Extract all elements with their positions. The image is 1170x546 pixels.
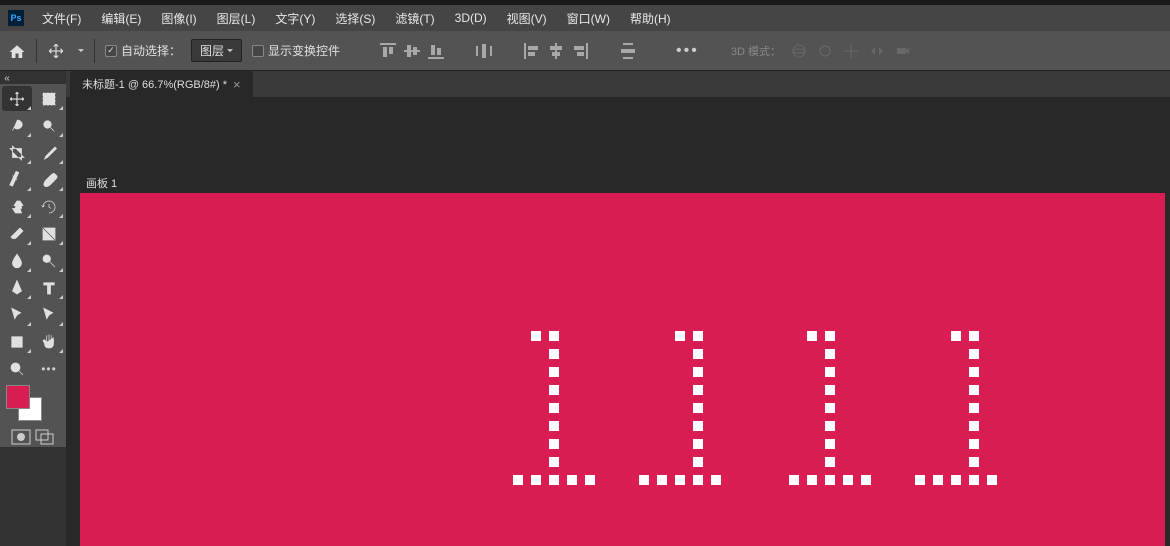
- marquee-tool[interactable]: [34, 86, 64, 111]
- canvas[interactable]: 画板 1: [66, 97, 1170, 546]
- 3d-orbit-icon[interactable]: [791, 43, 807, 59]
- dot-text-11: [789, 331, 998, 486]
- brush-tool[interactable]: [34, 167, 64, 192]
- healing-brush-tool[interactable]: [2, 167, 32, 192]
- align-right-icon[interactable]: [572, 43, 588, 59]
- edit-toolbar-icon[interactable]: •••: [34, 356, 64, 381]
- auto-select-checkbox[interactable]: 自动选择：: [105, 42, 181, 59]
- clone-stamp-tool[interactable]: [2, 194, 32, 219]
- menu-view[interactable]: 视图(V): [499, 6, 555, 31]
- 3d-slide-icon[interactable]: [869, 43, 885, 59]
- menu-3d[interactable]: 3D(D): [447, 7, 495, 29]
- shape-tool[interactable]: [2, 329, 32, 354]
- app-logo-icon: Ps: [8, 10, 24, 26]
- home-icon[interactable]: [8, 43, 26, 59]
- align-row-group: [524, 43, 588, 59]
- menu-filter[interactable]: 滤镜(T): [387, 6, 442, 31]
- layer-dropdown[interactable]: 图层: [191, 39, 242, 62]
- align-group: [380, 43, 444, 59]
- screen-mode-icon[interactable]: [35, 429, 55, 445]
- align-bottom-icon[interactable]: [428, 43, 444, 59]
- document-tab-title: 未标题-1 @ 66.7%(RGB/8#) *: [82, 76, 227, 92]
- dodge-tool[interactable]: [34, 248, 64, 273]
- main-menu-bar: Ps 文件(F) 编辑(E) 图像(I) 图层(L) 文字(Y) 选择(S) 滤…: [0, 5, 1170, 31]
- move-tool-icon[interactable]: [47, 42, 65, 60]
- menu-file[interactable]: 文件(F): [34, 6, 89, 31]
- menu-window[interactable]: 窗口(W): [559, 6, 618, 31]
- align-left-icon[interactable]: [524, 43, 540, 59]
- divider: [94, 39, 95, 63]
- menu-type[interactable]: 文字(Y): [267, 6, 323, 31]
- type-tool[interactable]: [34, 275, 64, 300]
- align-top-icon[interactable]: [380, 43, 396, 59]
- foreground-color[interactable]: [6, 385, 30, 409]
- gradient-tool[interactable]: [34, 221, 64, 246]
- direct-select-tool[interactable]: [34, 302, 64, 327]
- divider: [36, 39, 37, 63]
- auto-select-label: 自动选择：: [121, 42, 181, 59]
- artboard-label[interactable]: 画板 1: [86, 175, 117, 191]
- path-select-tool[interactable]: [2, 302, 32, 327]
- hand-tool[interactable]: [34, 329, 64, 354]
- eraser-tool[interactable]: [2, 221, 32, 246]
- options-bar: 自动选择： 图层 显示变换控件 ••• 3D 模式：: [0, 31, 1170, 71]
- 3d-camera-icon[interactable]: [895, 43, 911, 59]
- panel-collapse-icon[interactable]: «: [0, 71, 14, 84]
- 3d-pan-icon[interactable]: [843, 43, 859, 59]
- align-vcenter-icon[interactable]: [404, 43, 420, 59]
- history-brush-tool[interactable]: [34, 194, 64, 219]
- menu-help[interactable]: 帮助(H): [622, 6, 679, 31]
- show-transform-checkbox[interactable]: 显示变换控件: [252, 42, 340, 59]
- canvas-area: 未标题-1 @ 66.7%(RGB/8#) * × 画板 1: [66, 71, 1170, 546]
- show-transform-label: 显示变换控件: [268, 42, 340, 59]
- document-tab[interactable]: 未标题-1 @ 66.7%(RGB/8#) * ×: [70, 71, 253, 97]
- blur-tool[interactable]: [2, 248, 32, 273]
- menu-layer[interactable]: 图层(L): [209, 6, 264, 31]
- eyedropper-tool[interactable]: [34, 140, 64, 165]
- menu-edit[interactable]: 编辑(E): [93, 6, 149, 31]
- crop-tool[interactable]: [2, 140, 32, 165]
- distribute-v-icon[interactable]: [620, 43, 636, 59]
- mode3d-label: 3D 模式：: [731, 43, 781, 59]
- zoom-tool[interactable]: [2, 356, 32, 381]
- close-tab-icon[interactable]: ×: [233, 77, 241, 92]
- quick-select-tool[interactable]: [34, 113, 64, 138]
- pen-tool[interactable]: [2, 275, 32, 300]
- quick-mask-icon[interactable]: [11, 429, 31, 445]
- distribute-h-icon[interactable]: [476, 43, 492, 59]
- color-swatches[interactable]: [6, 385, 42, 425]
- lasso-tool[interactable]: [2, 113, 32, 138]
- menu-image[interactable]: 图像(I): [153, 6, 204, 31]
- toolbox: •••: [0, 84, 66, 447]
- align-hcenter-icon[interactable]: [548, 43, 564, 59]
- menu-select[interactable]: 选择(S): [327, 6, 383, 31]
- more-options-icon[interactable]: •••: [676, 42, 699, 60]
- dropdown-arrow-icon[interactable]: [78, 49, 84, 53]
- dot-text-11: [513, 331, 722, 486]
- artboard[interactable]: [80, 193, 1165, 546]
- 3d-roll-icon[interactable]: [817, 43, 833, 59]
- move-tool[interactable]: [2, 86, 32, 111]
